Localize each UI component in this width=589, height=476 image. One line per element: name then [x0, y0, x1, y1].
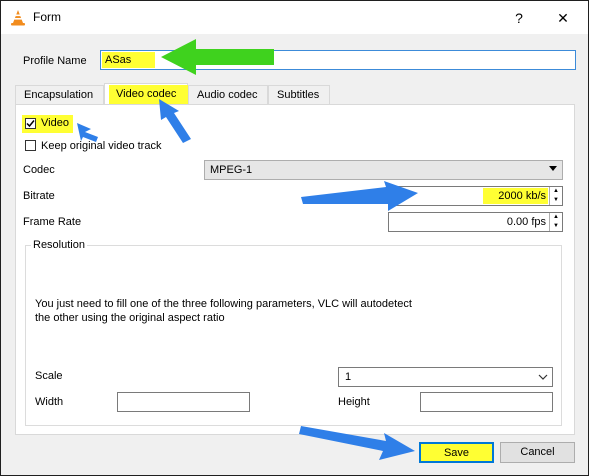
spin-down-icon[interactable]: ▼: [550, 196, 562, 205]
cancel-button[interactable]: Cancel: [500, 442, 575, 463]
tab-subtitles[interactable]: Subtitles: [268, 85, 330, 104]
chevron-down-icon: [538, 374, 548, 380]
resolution-info-line1: You just need to fill one of the three f…: [35, 298, 412, 310]
bitrate-label: Bitrate: [23, 190, 55, 202]
tab-video-codec[interactable]: Video codec: [104, 83, 189, 105]
vlc-cone-icon: [11, 10, 25, 26]
save-button[interactable]: Save: [419, 442, 494, 463]
close-button[interactable]: ✕: [551, 7, 575, 29]
height-label: Height: [338, 396, 370, 408]
width-input[interactable]: [117, 392, 250, 412]
close-icon: ✕: [557, 9, 569, 26]
checkmark-icon: [26, 120, 35, 128]
scale-label: Scale: [35, 370, 63, 382]
scale-select[interactable]: 1: [338, 367, 553, 387]
keep-original-label: Keep original video track: [41, 140, 162, 152]
form-window: Form ? ✕ Profile Name ASas Encapsulation…: [0, 0, 589, 476]
tab-encapsulation[interactable]: Encapsulation: [15, 85, 104, 104]
profile-name-value: ASas: [105, 54, 132, 66]
resolution-info-line2: the other using the original aspect rati…: [35, 312, 225, 324]
height-input[interactable]: [420, 392, 553, 412]
help-button[interactable]: ?: [507, 7, 531, 29]
window-title: Form: [33, 10, 61, 24]
bitrate-spinbox[interactable]: 2000 kb/s ▲ ▼: [388, 186, 563, 206]
framerate-spinbox[interactable]: 0.00 fps ▲ ▼: [388, 212, 563, 232]
spin-up-icon[interactable]: ▲: [550, 213, 562, 222]
video-checkbox-label: Video: [41, 117, 69, 129]
spin-up-icon[interactable]: ▲: [550, 187, 562, 196]
keep-original-checkbox[interactable]: [25, 140, 36, 151]
profile-name-input[interactable]: ASas: [100, 50, 576, 70]
framerate-spin-buttons[interactable]: ▲ ▼: [549, 213, 562, 231]
title-bar: Form ? ✕: [1, 1, 588, 34]
framerate-label: Frame Rate: [23, 216, 82, 228]
spin-down-icon[interactable]: ▼: [550, 222, 562, 231]
codec-label: Codec: [23, 164, 55, 176]
width-label: Width: [35, 396, 64, 408]
video-checkbox[interactable]: [25, 118, 36, 129]
resolution-group-label: Resolution: [31, 239, 87, 251]
bitrate-spin-buttons[interactable]: ▲ ▼: [549, 187, 562, 205]
profile-name-label: Profile Name: [23, 55, 87, 67]
chevron-down-icon: [549, 166, 557, 171]
codec-select[interactable]: MPEG-1: [204, 160, 563, 180]
tab-audio-codec[interactable]: Audio codec: [188, 85, 268, 104]
